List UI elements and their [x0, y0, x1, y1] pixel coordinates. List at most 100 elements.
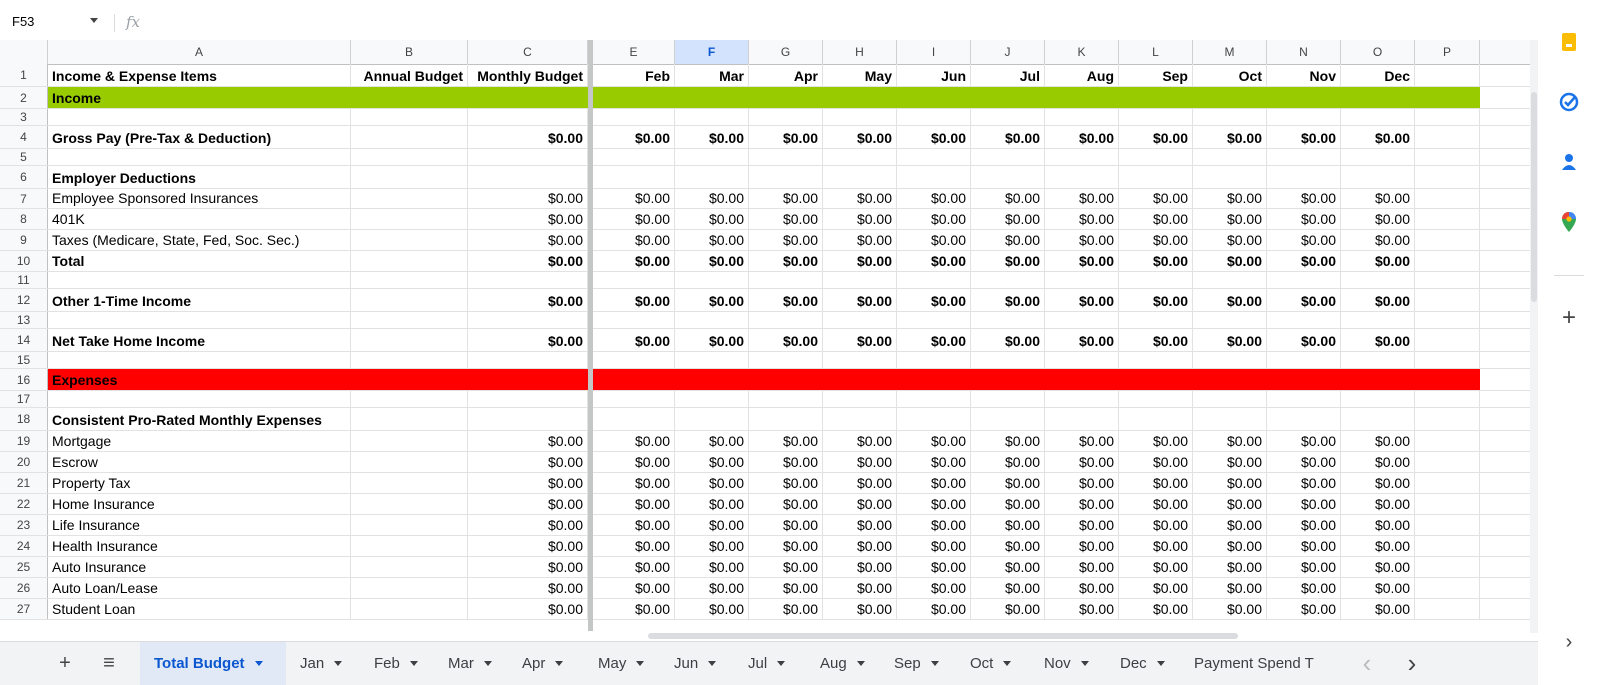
cell-c24[interactable]: $0.00 — [468, 536, 588, 556]
cell-n1[interactable]: Nov — [1267, 64, 1341, 86]
cell-m11[interactable] — [1193, 272, 1267, 288]
cell-i9[interactable]: $0.00 — [897, 230, 971, 250]
cell-h22[interactable]: $0.00 — [823, 494, 897, 514]
cell-n10[interactable]: $0.00 — [1267, 251, 1341, 271]
cell-c18[interactable] — [468, 408, 588, 430]
cell-e17[interactable] — [593, 391, 675, 407]
vertical-scrollbar-thumb[interactable] — [1531, 92, 1537, 302]
cell-l14[interactable]: $0.00 — [1119, 329, 1193, 351]
cell-o26[interactable]: $0.00 — [1341, 578, 1415, 598]
contacts-icon[interactable] — [1557, 150, 1581, 174]
cell-l7[interactable]: $0.00 — [1119, 189, 1193, 208]
cell-e19[interactable]: $0.00 — [593, 431, 675, 451]
row-header[interactable]: 27 — [0, 599, 48, 619]
cell-b2[interactable] — [351, 87, 468, 108]
cell-a9[interactable]: Taxes (Medicare, State, Fed, Soc. Sec.) — [48, 230, 351, 250]
cell-o17[interactable] — [1341, 391, 1415, 407]
cell-i11[interactable] — [897, 272, 971, 288]
cell-a17[interactable] — [48, 391, 351, 407]
cell-l26[interactable]: $0.00 — [1119, 578, 1193, 598]
cell-n18[interactable] — [1267, 408, 1341, 430]
cell-i16[interactable] — [897, 369, 971, 390]
cell-a21[interactable]: Property Tax — [48, 473, 351, 493]
cell-e16[interactable] — [593, 369, 675, 390]
cell-h23[interactable]: $0.00 — [823, 515, 897, 535]
cell-j10[interactable]: $0.00 — [971, 251, 1045, 271]
cell-j24[interactable]: $0.00 — [971, 536, 1045, 556]
cell-m19[interactable]: $0.00 — [1193, 431, 1267, 451]
cell-m15[interactable] — [1193, 352, 1267, 368]
cell-n19[interactable]: $0.00 — [1267, 431, 1341, 451]
cell-m3[interactable] — [1193, 109, 1267, 125]
cell-p7[interactable] — [1415, 189, 1480, 208]
cell-c20[interactable]: $0.00 — [468, 452, 588, 472]
cell-k12[interactable]: $0.00 — [1045, 289, 1119, 311]
cell-l12[interactable]: $0.00 — [1119, 289, 1193, 311]
cell-m9[interactable]: $0.00 — [1193, 230, 1267, 250]
cell-e2[interactable] — [593, 87, 675, 108]
cell-n22[interactable]: $0.00 — [1267, 494, 1341, 514]
cell-b26[interactable] — [351, 578, 468, 598]
select-all-corner[interactable] — [0, 40, 48, 64]
cell-o21[interactable]: $0.00 — [1341, 473, 1415, 493]
cell-b27[interactable] — [351, 599, 468, 619]
cell-n21[interactable]: $0.00 — [1267, 473, 1341, 493]
row-header[interactable]: 20 — [0, 452, 48, 472]
cell-h17[interactable] — [823, 391, 897, 407]
scroll-tabs-left-button[interactable]: ‹ — [1355, 642, 1379, 685]
cell-h18[interactable] — [823, 408, 897, 430]
cell-e12[interactable]: $0.00 — [593, 289, 675, 311]
cell-f9[interactable]: $0.00 — [675, 230, 749, 250]
cell-c11[interactable] — [468, 272, 588, 288]
cell-l1[interactable]: Sep — [1119, 64, 1193, 86]
cell-a13[interactable] — [48, 312, 351, 328]
cell-m7[interactable]: $0.00 — [1193, 189, 1267, 208]
cell-n12[interactable]: $0.00 — [1267, 289, 1341, 311]
cell-i5[interactable] — [897, 149, 971, 165]
cell-f12[interactable]: $0.00 — [675, 289, 749, 311]
cell-j11[interactable] — [971, 272, 1045, 288]
cell-n7[interactable]: $0.00 — [1267, 189, 1341, 208]
cell-k14[interactable]: $0.00 — [1045, 329, 1119, 351]
cell-i15[interactable] — [897, 352, 971, 368]
chevron-down-icon[interactable] — [856, 661, 865, 666]
cell-m2[interactable] — [1193, 87, 1267, 108]
cell-j15[interactable] — [971, 352, 1045, 368]
cell-f18[interactable] — [675, 408, 749, 430]
cell-o24[interactable]: $0.00 — [1341, 536, 1415, 556]
cell-a26[interactable]: Auto Loan/Lease — [48, 578, 351, 598]
column-header-j[interactable]: J — [971, 40, 1045, 64]
cell-j18[interactable] — [971, 408, 1045, 430]
cell-c17[interactable] — [468, 391, 588, 407]
cell-g4[interactable]: $0.00 — [749, 126, 823, 148]
cell-k15[interactable] — [1045, 352, 1119, 368]
cell-l8[interactable]: $0.00 — [1119, 209, 1193, 229]
cell-b3[interactable] — [351, 109, 468, 125]
cell-b25[interactable] — [351, 557, 468, 577]
cell-j16[interactable] — [971, 369, 1045, 390]
cell-m8[interactable]: $0.00 — [1193, 209, 1267, 229]
add-sheet-button[interactable]: + — [50, 642, 80, 685]
cell-i21[interactable]: $0.00 — [897, 473, 971, 493]
cell-j20[interactable]: $0.00 — [971, 452, 1045, 472]
cell-m6[interactable] — [1193, 166, 1267, 188]
cell-g15[interactable] — [749, 352, 823, 368]
cell-n8[interactable]: $0.00 — [1267, 209, 1341, 229]
cell-i17[interactable] — [897, 391, 971, 407]
row-header[interactable]: 14 — [0, 329, 48, 351]
cell-c7[interactable]: $0.00 — [468, 189, 588, 208]
cell-g21[interactable]: $0.00 — [749, 473, 823, 493]
cell-m1[interactable]: Oct — [1193, 64, 1267, 86]
cell-e10[interactable]: $0.00 — [593, 251, 675, 271]
cell-m16[interactable] — [1193, 369, 1267, 390]
cell-p9[interactable] — [1415, 230, 1480, 250]
cell-g26[interactable]: $0.00 — [749, 578, 823, 598]
cell-b21[interactable] — [351, 473, 468, 493]
row-header[interactable]: 15 — [0, 352, 48, 368]
cell-p20[interactable] — [1415, 452, 1480, 472]
cell-o7[interactable]: $0.00 — [1341, 189, 1415, 208]
cell-h27[interactable]: $0.00 — [823, 599, 897, 619]
cell-l16[interactable] — [1119, 369, 1193, 390]
cell-l18[interactable] — [1119, 408, 1193, 430]
cell-e8[interactable]: $0.00 — [593, 209, 675, 229]
